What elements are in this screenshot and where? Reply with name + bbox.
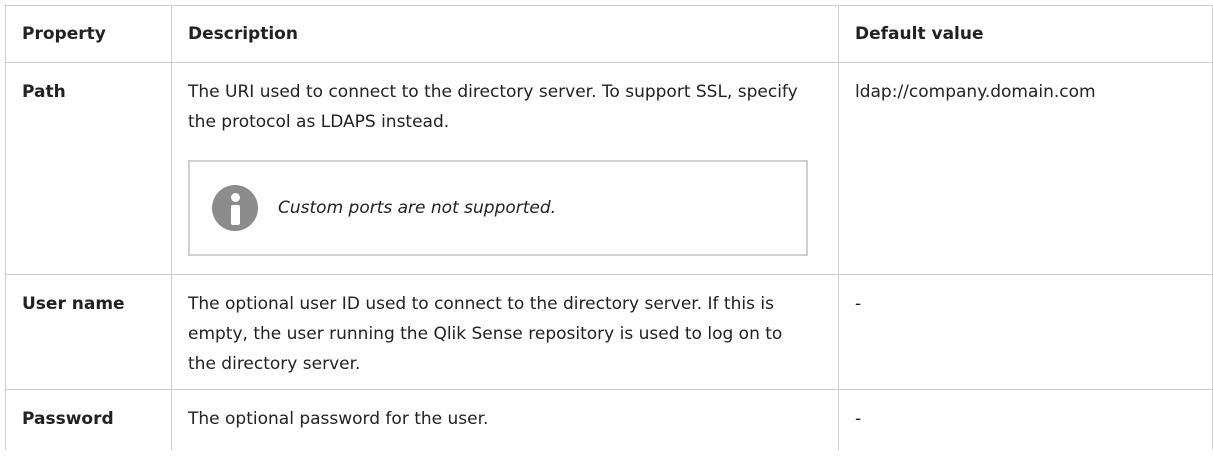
property-default-value: - [838, 389, 1213, 450]
property-name: Path [5, 62, 172, 275]
property-description: The optional password for the user. [171, 389, 839, 450]
header-description: Description [171, 5, 839, 63]
property-name: User name [5, 274, 172, 390]
property-description: The optional user ID used to connect to … [171, 274, 839, 390]
properties-table: Property Description Default value Path … [5, 5, 1213, 450]
property-name: Password [5, 389, 172, 450]
property-default-value: - [838, 274, 1213, 390]
header-property: Property [5, 5, 172, 63]
table-row-path: Path The URI used to connect to the dire… [5, 62, 1213, 275]
header-default-value: Default value [838, 5, 1213, 63]
table-row-password: Password The optional password for the u… [5, 389, 1213, 450]
property-description: The URI used to connect to the directory… [188, 82, 798, 132]
property-default-value: ldap://company.domain.com [838, 62, 1213, 275]
note-box: Custom ports are not supported. [188, 160, 808, 256]
table-row-user-name: User name The optional user ID used to c… [5, 274, 1213, 390]
info-icon [212, 185, 258, 231]
table-header-row: Property Description Default value [5, 5, 1213, 63]
note-text: Custom ports are not supported. [278, 198, 557, 218]
property-description-cell: The URI used to connect to the directory… [171, 62, 839, 275]
